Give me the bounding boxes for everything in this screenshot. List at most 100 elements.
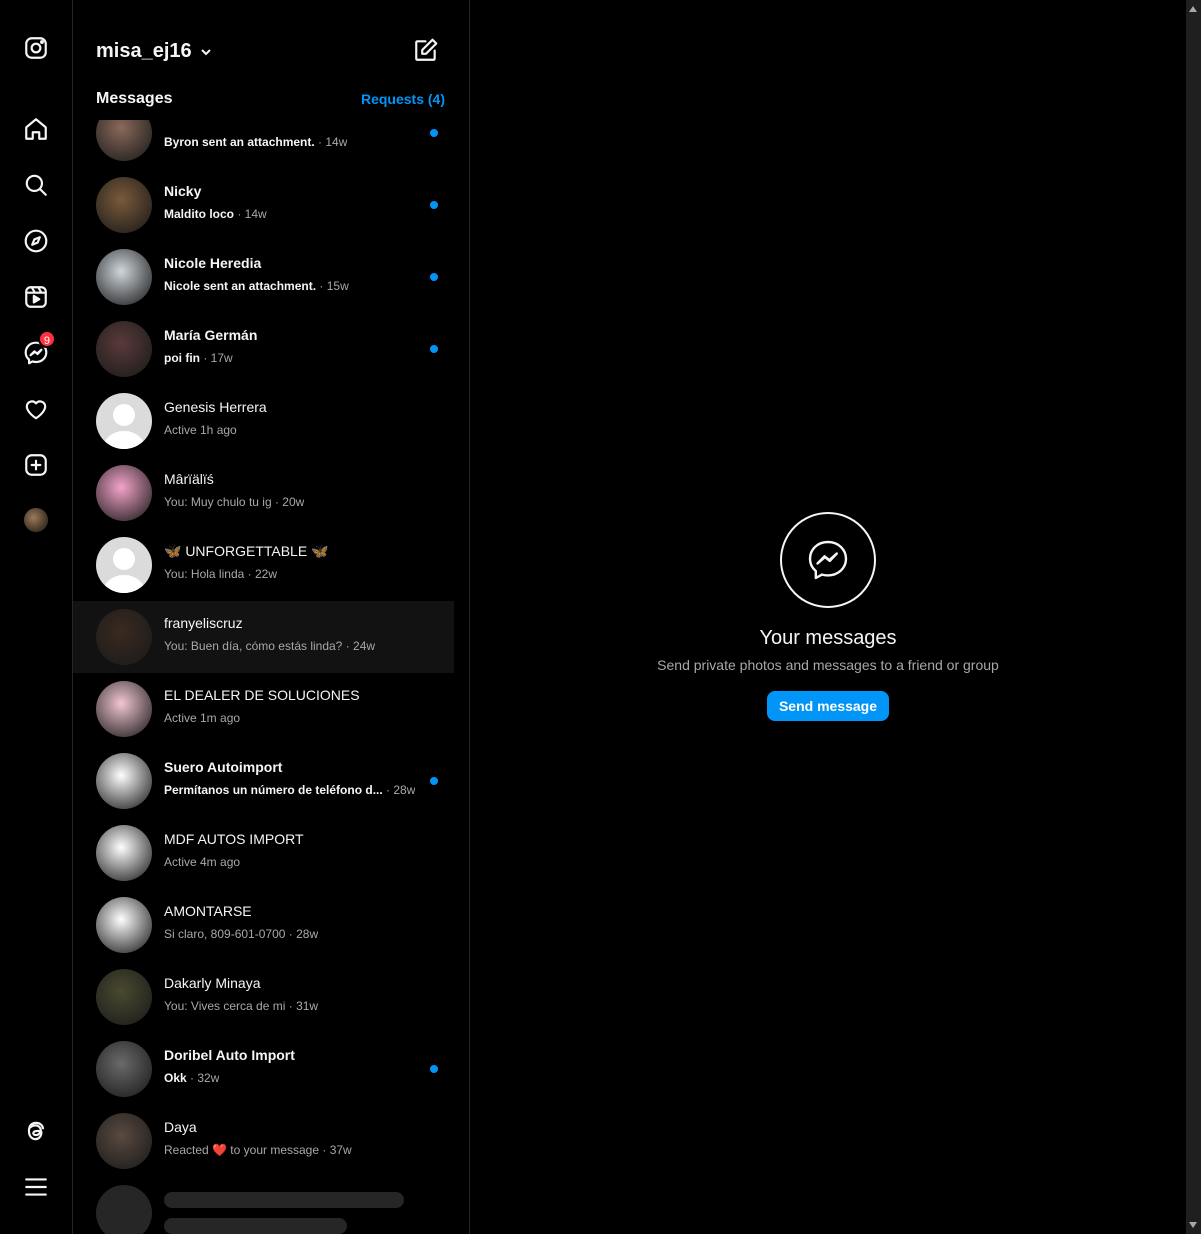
window-scroll-up-icon[interactable] — [1189, 6, 1197, 12]
conversation-name: franyeliscruz — [164, 615, 243, 631]
conversation-time: 22w — [254, 567, 277, 581]
conversation-preview-line: Si claro, 809-601-0700 · 28w — [164, 927, 318, 941]
unread-dot — [430, 273, 438, 281]
conversation-name: Dakarly Minaya — [164, 975, 261, 991]
conversation-row[interactable]: Byron sent an attachment. · 14w — [73, 120, 454, 169]
empty-state-subtitle: Send private photos and messages to a fr… — [657, 657, 999, 673]
conversation-preview: Reacted ❤️ to your message — [164, 1143, 320, 1157]
conversation-name: Suero Autoimport — [164, 759, 283, 775]
conversation-row[interactable]: Genesis Herrera Active 1h ago — [73, 385, 454, 457]
conversation-preview-line: You: Buen día, cómo estás linda? · 24w — [164, 639, 375, 653]
conversation-time: 17w — [210, 351, 233, 365]
conversation-time: 14w — [244, 207, 267, 221]
compose-icon[interactable] — [413, 37, 439, 63]
avatar — [96, 753, 152, 809]
threads-icon[interactable] — [22, 1117, 50, 1145]
explore-icon[interactable] — [22, 227, 50, 255]
chevron-down-icon — [200, 48, 211, 55]
conversation-preview-line: poi fin · 17w — [164, 351, 233, 365]
search-icon[interactable] — [22, 171, 50, 199]
conversation-row[interactable]: Dakarly Minaya You: Vives cerca de mi · 3… — [73, 961, 454, 1033]
avatar — [96, 465, 152, 521]
create-icon[interactable] — [22, 451, 50, 479]
conversation-name: María Germán — [164, 327, 258, 343]
profile-avatar[interactable] — [24, 508, 48, 532]
conversation-row[interactable]: AMONTARSE Si claro, 809-601-0700 · 28w — [73, 889, 454, 961]
separator: · — [314, 135, 326, 149]
conversation-preview: Active 4m ago — [164, 855, 241, 869]
message-area: Your messages Send private photos and me… — [470, 0, 1186, 1234]
send-message-button[interactable]: Send message — [767, 691, 889, 721]
messages-heading: Messages — [96, 90, 173, 107]
unread-dot — [430, 129, 438, 137]
heart-icon[interactable] — [22, 395, 50, 423]
unread-dot — [430, 345, 438, 353]
conversation-preview-line: Active 1m ago — [164, 711, 240, 725]
avatar — [96, 825, 152, 881]
conversation-preview-line: You: Hola linda · 22w — [164, 567, 277, 581]
account-name: misa_ej16 — [96, 40, 192, 62]
separator: · — [186, 1071, 198, 1085]
conversation-preview: Si claro, 809-601-0700 — [164, 927, 286, 941]
skeleton-line — [164, 1218, 347, 1234]
conversation-preview-line: Reacted ❤️ to your message · 37w — [164, 1143, 352, 1157]
conversation-preview-line: Active 4m ago — [164, 855, 240, 869]
conversation-name: AMONTARSE — [164, 903, 252, 919]
conversation-preview: Maldito loco — [164, 207, 234, 221]
conversation-name: Genesis Herrera — [164, 399, 267, 415]
conversation-time: 28w — [296, 927, 319, 941]
messenger-icon[interactable]: 9 — [22, 330, 56, 367]
conversation-list: Byron sent an attachment. · 14w Nicky Mald… — [73, 120, 454, 1234]
conversation-name: Daya — [164, 1119, 197, 1135]
conversation-row[interactable]: EL DEALER DE SOLUCIONES Active 1m ago — [73, 673, 454, 745]
conversation-row[interactable]: franyeliscruz You: Buen día, cómo estás l… — [73, 601, 454, 673]
conversation-name: Nicky — [164, 183, 202, 199]
conversation-preview: Active 1m ago — [164, 711, 241, 725]
menu-icon[interactable] — [22, 1173, 50, 1201]
conversation-name: MDF AUTOS IMPORT — [164, 831, 304, 847]
conversation-row[interactable]: Suero Autoimport Permítanos un número de … — [73, 745, 454, 817]
conversation-row[interactable]: Daya Reacted ❤️ to your message · 37w — [73, 1105, 454, 1177]
conversation-name: Doribel Auto Import — [164, 1047, 295, 1063]
conversation-preview-line: Byron sent an attachment. · 14w — [164, 135, 347, 149]
unread-dot — [430, 201, 438, 209]
account-switcher[interactable]: misa_ej16 — [96, 40, 212, 63]
conversation-name: 🦋 UNFORGETTABLE 🦋 — [164, 543, 329, 559]
conversation-time: 28w — [393, 783, 416, 797]
conversation-preview: Nicole sent an attachment. — [164, 279, 317, 293]
conversation-preview-line: Active 1h ago — [164, 423, 237, 437]
conversation-row[interactable]: Mârïälïś You: Muy chulo tu ig · 20w — [73, 457, 454, 529]
conversation-row[interactable]: 🦋 UNFORGETTABLE 🦋 You: Hola linda · 22w — [73, 529, 454, 601]
conversation-preview: Okk — [164, 1071, 187, 1085]
conversation-row[interactable]: Nicky Maldito loco · 14w — [73, 169, 454, 241]
instagram-logo-icon[interactable] — [22, 34, 50, 62]
conversation-name: Mârïälïś — [164, 471, 214, 487]
conversation-time: 37w — [329, 1143, 352, 1157]
avatar — [96, 177, 152, 233]
avatar — [96, 120, 152, 161]
conversation-time: 20w — [282, 495, 305, 509]
conversation-row[interactable]: Nicole Heredia Nicole sent an attachment.… — [73, 241, 454, 313]
conversation-row[interactable]: Doribel Auto Import Okk · 32w — [73, 1033, 454, 1105]
conversation-preview-line: You: Vives cerca de mi · 31w — [164, 999, 318, 1013]
avatar — [96, 249, 152, 305]
window-scroll-down-icon[interactable] — [1189, 1222, 1197, 1228]
window-scrollbar[interactable] — [1186, 0, 1201, 1234]
unread-dot — [430, 1065, 438, 1073]
conversation-preview: You: Buen día, cómo estás linda? — [164, 639, 343, 653]
home-icon[interactable] — [22, 115, 50, 143]
conversation-row[interactable]: MDF AUTOS IMPORT Active 4m ago — [73, 817, 454, 889]
conversation-preview: Active 1h ago — [164, 423, 237, 437]
avatar — [96, 969, 152, 1025]
conversation-preview-line: You: Muy chulo tu ig · 20w — [164, 495, 304, 509]
conversation-preview: You: Hola linda — [164, 567, 245, 581]
conversation-preview-line: Nicole sent an attachment. · 15w — [164, 279, 349, 293]
avatar — [96, 1113, 152, 1169]
separator: · — [285, 999, 297, 1013]
conversation-preview: Permítanos un número de teléfono d... — [164, 783, 383, 797]
reels-icon[interactable] — [22, 283, 50, 311]
requests-link[interactable]: Requests (4) — [361, 91, 445, 107]
skeleton-line — [164, 1192, 404, 1208]
empty-state-title: Your messages — [759, 627, 897, 649]
conversation-row[interactable]: María Germán poi fin · 17w — [73, 313, 454, 385]
